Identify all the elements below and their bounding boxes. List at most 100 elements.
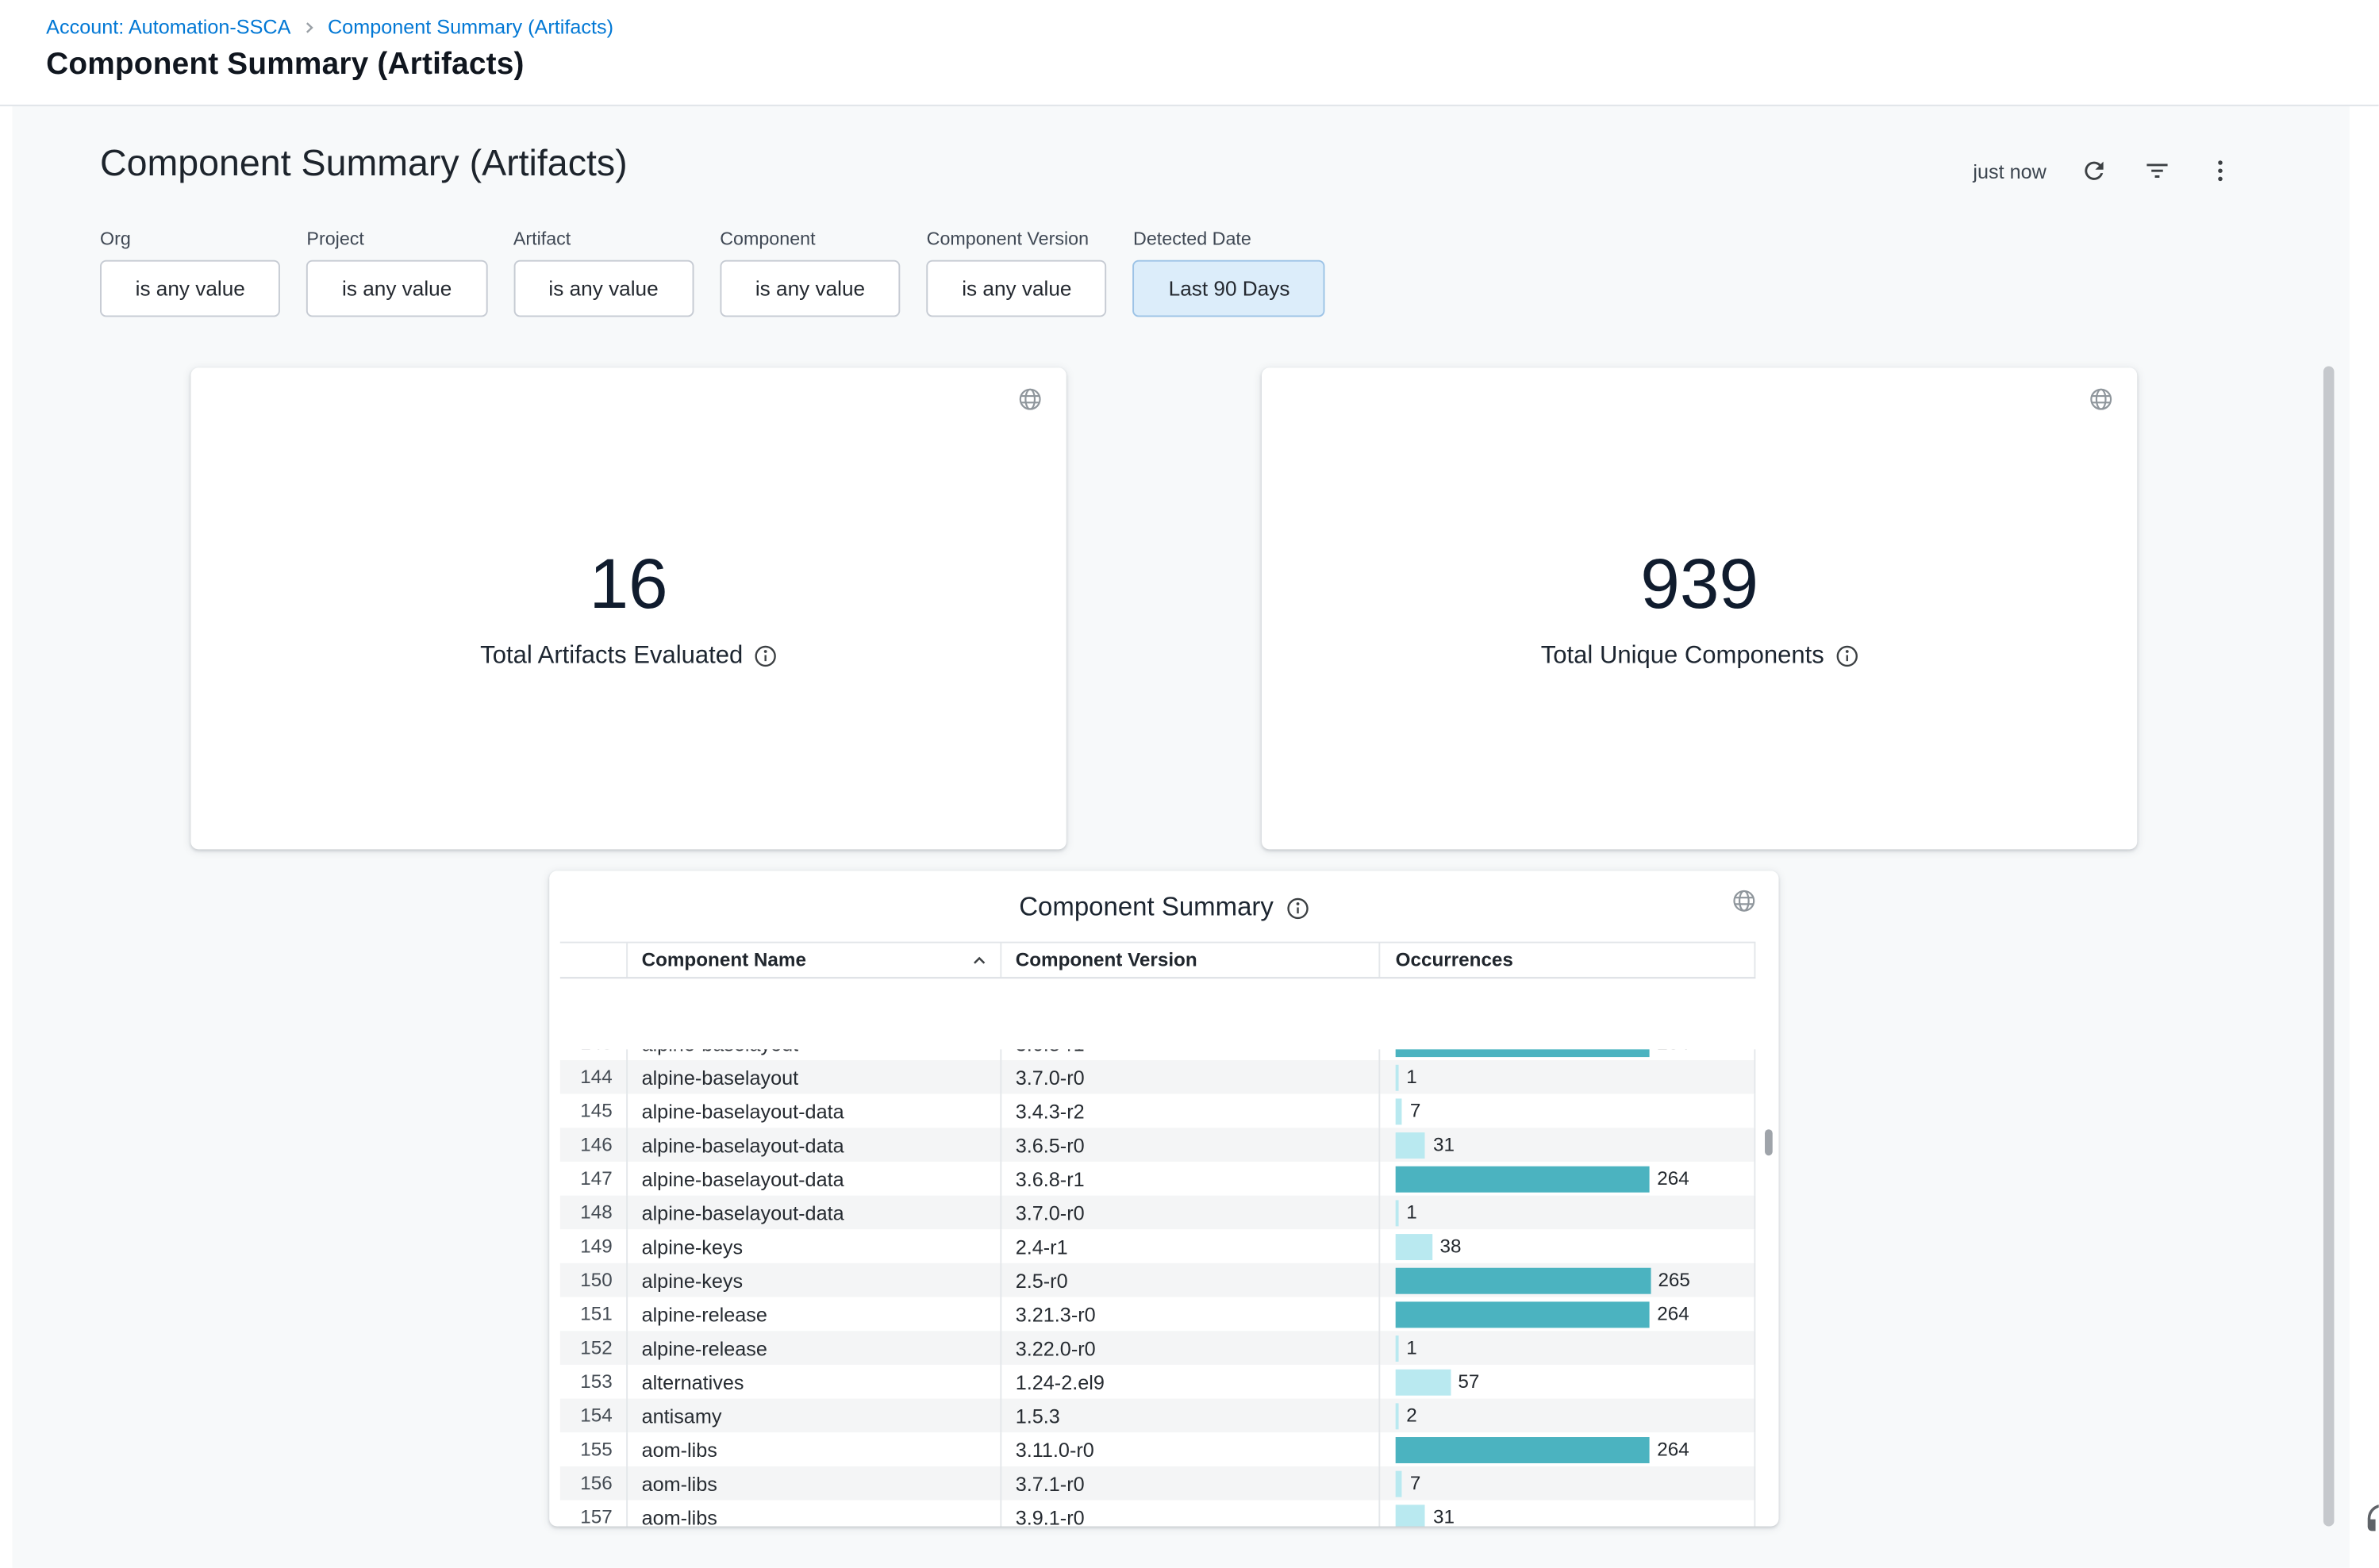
component-name-cell: alternatives	[628, 1365, 1001, 1399]
filter-component-version: Component Version is any value	[927, 228, 1107, 317]
occurrences-cell: 1	[1380, 1331, 1755, 1365]
occurrence-bar	[1396, 1369, 1451, 1395]
table-row[interactable]: 145alpine-baselayout-data3.4.3-r27	[560, 1094, 1756, 1128]
table-row[interactable]: 143alpine-baselayout3.6.8-r1264	[560, 1049, 1756, 1060]
occurrence-value: 7	[1410, 1473, 1420, 1494]
row-number: 154	[560, 1399, 628, 1433]
occurrences-cell: 7	[1380, 1094, 1755, 1128]
more-options-button[interactable]	[2205, 156, 2236, 186]
component-name-cell: alpine-baselayout-data	[628, 1128, 1001, 1162]
row-number: 157	[560, 1501, 628, 1527]
filter-value-button[interactable]: is any value	[720, 260, 900, 317]
dashboard-panel: Component Summary (Artifacts) just now O…	[13, 106, 2350, 1568]
occurrence-value: 1	[1406, 1066, 1416, 1088]
component-name-cell: alpine-baselayout-data	[628, 1162, 1001, 1196]
info-icon[interactable]	[1286, 896, 1309, 919]
occurrence-value: 1	[1406, 1337, 1416, 1359]
column-header-component-version[interactable]: Component Version	[1001, 943, 1380, 978]
occurrence-value: 7	[1410, 1100, 1420, 1121]
component-version-cell: 3.6.8-r1	[1001, 1162, 1380, 1196]
occurrence-bar	[1396, 1097, 1403, 1124]
info-icon[interactable]	[1835, 644, 1858, 667]
table-row[interactable]: 156aom-libs3.7.1-r07	[560, 1466, 1756, 1501]
occurrence-value: 31	[1433, 1506, 1455, 1526]
filter-button[interactable]	[2142, 156, 2173, 186]
filter-value-button[interactable]: is any value	[513, 260, 694, 317]
component-name-cell: aom-libs	[628, 1466, 1001, 1501]
table-row[interactable]: 150alpine-keys2.5-r0265	[560, 1263, 1756, 1297]
tile-total-artifacts-evaluated: 16 Total Artifacts Evaluated	[190, 367, 1066, 849]
filter-value-button[interactable]: is any value	[100, 260, 280, 317]
occurrences-cell: 264	[1380, 1162, 1755, 1196]
component-name-cell: alpine-baselayout-data	[628, 1094, 1001, 1128]
component-version-cell: 2.5-r0	[1001, 1263, 1380, 1297]
refresh-icon	[2081, 157, 2108, 185]
row-number: 151	[560, 1297, 628, 1332]
table-row[interactable]: 155aom-libs3.11.0-r0264	[560, 1432, 1756, 1466]
column-header-row-number	[560, 943, 628, 978]
table-row[interactable]: 154antisamy1.5.32	[560, 1399, 1756, 1433]
table-row[interactable]: 146alpine-baselayout-data3.6.5-r031	[560, 1128, 1756, 1162]
component-version-cell: 3.11.0-r0	[1001, 1432, 1380, 1466]
breadcrumb-account-link[interactable]: Account: Automation-SSCA	[46, 15, 290, 38]
occurrences-cell: 264	[1380, 1049, 1755, 1060]
table-row[interactable]: 153alternatives1.24-2.el957	[560, 1365, 1756, 1399]
filter-project: Projectis any value	[306, 228, 486, 317]
page-title: Component Summary (Artifacts)	[46, 48, 524, 83]
info-icon[interactable]	[754, 644, 777, 667]
table-row[interactable]: 149alpine-keys2.4-r138	[560, 1229, 1756, 1263]
occurrences-cell: 1	[1380, 1060, 1755, 1094]
sort-ascending-icon	[971, 951, 988, 968]
support-headset-icon[interactable]	[2362, 1501, 2378, 1540]
filter-component: Component is any value	[720, 228, 900, 317]
refresh-button[interactable]	[2079, 156, 2110, 186]
table-body: 143alpine-baselayout3.6.8-r1264144alpine…	[560, 1049, 1756, 1526]
filter-label: Artifact	[513, 228, 694, 249]
occurrence-value: 31	[1433, 1134, 1455, 1155]
breadcrumb-chevron-icon	[302, 19, 317, 34]
globe-icon	[2088, 386, 2114, 421]
table-scrollbar-thumb[interactable]	[1765, 1129, 1773, 1155]
total-components-value: 939	[1640, 547, 1758, 617]
occurrences-cell: 1	[1380, 1196, 1755, 1230]
breadcrumb-page-link[interactable]: Component Summary (Artifacts)	[328, 15, 613, 38]
row-number: 147	[560, 1162, 628, 1196]
component-name-cell: alpine-release	[628, 1331, 1001, 1365]
occurrence-value: 264	[1657, 1168, 1689, 1189]
filter-label: Org	[100, 228, 280, 249]
column-header-component-name[interactable]: Component Name	[628, 943, 1001, 978]
page-scrollbar-thumb[interactable]	[2323, 366, 2335, 1526]
table-row[interactable]: 157aom-libs3.9.1-r031	[560, 1501, 1756, 1527]
component-name-cell: alpine-keys	[628, 1229, 1001, 1263]
page-header: Account: Automation-SSCA Component Summa…	[0, 0, 2379, 106]
filter-artifact: Artifact is any value	[513, 228, 694, 317]
filter-label: Component	[720, 228, 900, 249]
table-row[interactable]: 152alpine-release3.22.0-r01	[560, 1331, 1756, 1365]
component-version-cell: 3.7.0-r0	[1001, 1196, 1380, 1230]
component-name-cell: antisamy	[628, 1399, 1001, 1433]
component-version-cell: 3.4.3-r2	[1001, 1094, 1380, 1128]
column-header-occurrences[interactable]: Occurrences	[1380, 943, 1755, 978]
occurrences-cell: 31	[1380, 1501, 1755, 1527]
occurrence-value: 2	[1406, 1405, 1416, 1426]
component-summary-card: Component Summary Component Name Compone…	[549, 870, 1778, 1526]
table-row[interactable]: 144alpine-baselayout3.7.0-r01	[560, 1060, 1756, 1094]
component-name-cell: aom-libs	[628, 1432, 1001, 1466]
component-name-cell: alpine-baselayout	[628, 1060, 1001, 1094]
row-number: 153	[560, 1365, 628, 1399]
filter-label: Component Version	[927, 228, 1107, 249]
table-row[interactable]: 151alpine-release3.21.3-r0264	[560, 1297, 1756, 1332]
occurrence-bar	[1396, 1233, 1432, 1259]
filter-value-button[interactable]: Last 90 Days	[1133, 260, 1325, 317]
component-version-cell: 3.9.1-r0	[1001, 1501, 1380, 1527]
occurrence-value: 265	[1658, 1270, 1689, 1291]
occurrences-cell: 264	[1380, 1432, 1755, 1466]
filter-value-button[interactable]: is any value	[306, 260, 486, 317]
table-header-row: Component Name Component Version Occurre…	[560, 942, 1756, 979]
occurrence-value: 1	[1406, 1201, 1416, 1223]
occurrences-cell: 264	[1380, 1297, 1755, 1332]
table-row[interactable]: 147alpine-baselayout-data3.6.8-r1 264	[560, 1162, 1756, 1196]
table-row[interactable]: 148alpine-baselayout-data3.7.0-r01	[560, 1196, 1756, 1230]
filter-value-button[interactable]: is any value	[927, 260, 1107, 317]
component-version-cell: 3.6.5-r0	[1001, 1128, 1380, 1162]
